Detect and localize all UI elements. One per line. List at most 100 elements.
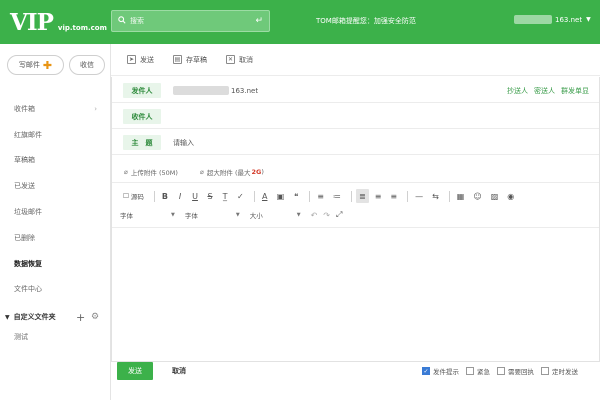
chevron-down-icon: ▼ — [235, 212, 240, 218]
from-row: 发件人 163.net 抄送人 密送人 群发单显 — [112, 79, 599, 103]
mail-app: VIP vip.tom.com 搜索 ↵ TOM邮箱提醒您：加强安全防范 163… — [0, 0, 600, 400]
sidebar-item-label: 垃圾邮件 — [14, 208, 42, 217]
format-painter-button[interactable]: ✓ — [234, 189, 247, 203]
option-send-notice[interactable]: ✓ 发件提示 — [422, 366, 459, 376]
sidebar-item-label: 收件箱 — [14, 104, 35, 113]
undo-icon[interactable]: ↶ — [311, 211, 318, 220]
link-button[interactable]: ⇆ — [429, 189, 442, 203]
option-label: 发件提示 — [433, 368, 459, 376]
editor-body[interactable] — [112, 227, 599, 361]
screenshot-button[interactable]: ◉ — [504, 189, 517, 203]
sidebar-item-deleted[interactable]: 已删除 — [0, 225, 110, 251]
sidebar-item-label: 红旗邮件 — [14, 130, 42, 139]
compose-form: 发件人 163.net 抄送人 密送人 群发单显 收件人 主 题 请输入 ⌀ 上… — [111, 77, 600, 362]
paperclip-icon: ⌀ — [124, 167, 128, 176]
checkbox[interactable] — [466, 367, 474, 375]
source-code-button[interactable]: ☐ 源码 — [120, 189, 147, 203]
option-urgent[interactable]: 紧急 — [466, 366, 490, 376]
emoji-button[interactable]: ☺ — [470, 189, 484, 203]
font-family-select[interactable]: 字体 ▼ — [185, 210, 240, 220]
separate-send-link[interactable]: 群发单显 — [561, 86, 589, 96]
top-header: VIP vip.tom.com 搜索 ↵ TOM邮箱提醒您：加强安全防范 163… — [0, 0, 600, 44]
sidebar-item-data-recovery[interactable]: 数据恢复 — [0, 251, 110, 277]
image-button[interactable]: ▨ — [488, 189, 502, 203]
fullscreen-icon[interactable]: ⤢ — [336, 210, 342, 220]
send-button[interactable]: 发送 — [117, 362, 153, 380]
bcc-link[interactable]: 密送人 — [534, 86, 555, 96]
sidebar-item-drafts[interactable]: 草稿箱 — [0, 148, 110, 174]
ordered-list-button[interactable]: ≡ — [314, 189, 327, 203]
checkbox[interactable] — [497, 367, 505, 375]
triangle-down-icon[interactable]: ▼ — [5, 314, 10, 321]
cancel-button[interactable]: 取消 — [161, 362, 197, 380]
font-size-select[interactable]: 大小 ▼ — [250, 210, 301, 220]
to-label[interactable]: 收件人 — [123, 109, 161, 124]
receive-button[interactable]: 收信 — [69, 55, 105, 75]
custom-folder-header[interactable]: ▼ 自定义文件夹 + ⚙ — [0, 307, 110, 327]
paragraph-select[interactable]: 字体 ▼ — [120, 210, 175, 220]
chevron-right-icon[interactable]: › — [94, 105, 97, 113]
attachment-row: ⌀ 上传附件 (50M) ⌀ 超大附件 (最大 2G ) — [112, 161, 599, 183]
font-family-label: 字体 — [184, 212, 198, 220]
unordered-list-button[interactable]: ≔ — [330, 189, 344, 203]
option-receipt[interactable]: 需要回执 — [497, 366, 534, 376]
clear-format-button[interactable]: T̲ — [219, 189, 231, 203]
underline-button[interactable]: U — [189, 189, 201, 203]
search-box[interactable]: 搜索 ↵ — [111, 10, 270, 32]
bold-button[interactable]: B — [159, 189, 171, 203]
enter-icon[interactable]: ↵ — [255, 16, 263, 26]
cc-link[interactable]: 抄送人 — [507, 86, 528, 96]
source-code-label: 源码 — [130, 193, 144, 201]
table-button[interactable]: ▦ — [454, 189, 468, 203]
recipient-actions: 抄送人 密送人 群发单显 — [507, 86, 589, 96]
strikethrough-button[interactable]: S — [204, 189, 216, 203]
upload-attachment-button[interactable]: ⌀ 上传附件 (50M) — [124, 167, 178, 177]
italic-button[interactable]: I — [174, 189, 186, 203]
compose-label: 写邮件 — [18, 61, 40, 69]
cancel-icon: ✕ — [226, 55, 235, 64]
add-folder-icon[interactable]: + — [76, 311, 85, 324]
send-toolbar-button[interactable]: ➤ 发送 — [127, 55, 154, 65]
sidebar-item-spam[interactable]: 垃圾邮件 — [0, 199, 110, 225]
align-left-button[interactable]: ≣ — [355, 189, 369, 203]
sidebar-item-test[interactable]: 测试 — [14, 332, 28, 342]
option-label: 紧急 — [477, 368, 490, 376]
checkbox[interactable]: ✓ — [422, 367, 430, 375]
brand-logo[interactable]: VIP vip.tom.com — [0, 11, 108, 34]
align-right-button[interactable]: ≡ — [387, 189, 400, 203]
sidebar-item-inbox[interactable]: 收件箱 › — [0, 96, 110, 122]
paperclip-icon: ⌀ — [199, 167, 204, 176]
large-attachment-button[interactable]: ⌀ 超大附件 (最大 2G ) — [200, 167, 264, 177]
cancel-toolbar-label: 取消 — [239, 55, 253, 64]
paragraph-select-label: 字体 — [120, 212, 133, 220]
large-attachment-paren: ) — [261, 167, 264, 176]
sidebar-item-sent[interactable]: 已发送 — [0, 173, 110, 199]
upload-attachment-label: 上传附件 (50M) — [130, 168, 178, 177]
horizontal-rule-button[interactable]: — — [412, 189, 426, 203]
cancel-toolbar-button[interactable]: ✕ 取消 — [226, 55, 253, 65]
option-scheduled[interactable]: 定时发送 — [541, 366, 578, 376]
from-label[interactable]: 发件人 — [123, 83, 161, 98]
divider — [309, 190, 311, 202]
sidebar-item-flagged[interactable]: 红旗邮件 — [0, 122, 110, 148]
sidebar-item-file-center[interactable]: 文件中心 — [0, 277, 110, 303]
from-field[interactable]: 163.net — [173, 86, 258, 95]
align-center-button[interactable]: ≡ — [372, 189, 385, 203]
sidebar-item-label: 已发送 — [14, 182, 35, 191]
gear-icon[interactable]: ⚙ — [91, 312, 99, 322]
account-menu[interactable]: 163.net ▼ — [514, 15, 591, 24]
font-color-button[interactable]: A — [259, 189, 271, 203]
large-attachment-size: 2G — [251, 167, 262, 176]
checkbox[interactable] — [541, 367, 549, 375]
bg-color-button[interactable]: ▣ — [274, 189, 288, 203]
compose-button[interactable]: 写邮件 ✚ — [7, 55, 64, 75]
save-draft-button[interactable]: ▤ 存草稿 — [173, 55, 207, 65]
divider — [448, 190, 450, 202]
security-notice[interactable]: TOM邮箱提醒您：加强安全防范 — [316, 16, 416, 26]
redo-icon[interactable]: ↷ — [323, 211, 330, 220]
compose-footer: 发送 取消 ✓ 发件提示 紧急 需要回执 定时发送 — [111, 362, 600, 384]
search-input[interactable]: 搜索 — [130, 16, 255, 26]
quote-button[interactable]: ❝ — [290, 189, 302, 203]
subject-input[interactable]: 请输入 — [173, 138, 194, 148]
divider — [253, 190, 255, 202]
